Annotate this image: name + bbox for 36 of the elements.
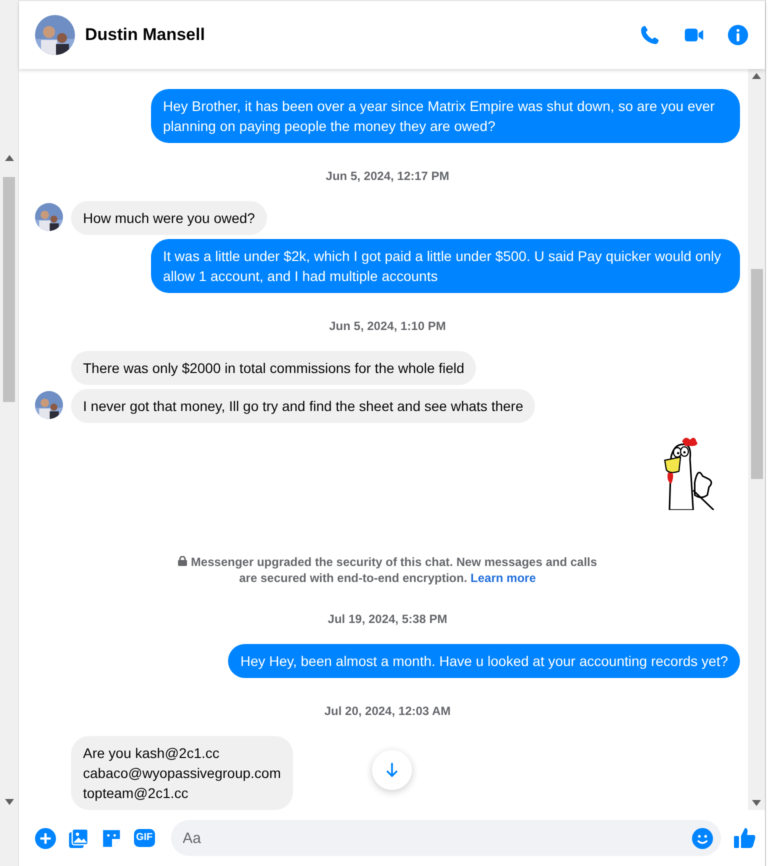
scrollbar-thumb[interactable]: [750, 269, 762, 479]
plus-icon[interactable]: [35, 828, 56, 848]
lock-icon: [178, 556, 187, 566]
scroll-down-button[interactable]: [372, 750, 412, 790]
scrollbar-thumb[interactable]: [3, 177, 15, 402]
received-message: I never got that money, Ill go try and find the sheet and see whats there: [71, 389, 536, 423]
info-icon[interactable]: [727, 24, 749, 46]
scroll-down-icon[interactable]: [4, 799, 14, 805]
photo-icon[interactable]: [68, 828, 89, 848]
sent-message: Hey Hey, been almost a month. Have u looked at your accounting records yet?: [228, 644, 740, 678]
sticker-icon[interactable]: [101, 828, 122, 848]
contact-name: Dustin Mansell: [85, 25, 206, 45]
received-message: There was only $2000 in total commissions for the whole field: [71, 351, 476, 385]
arrow-down-icon: [384, 762, 400, 778]
timestamp: Jun 5, 2024, 1:10 PM: [329, 318, 446, 335]
avatar: [35, 15, 75, 55]
scroll-down-icon[interactable]: [752, 800, 761, 806]
sent-message: Hey Brother, it has been over a year since Matrix Empire was shut down, so are you ever planning on paying people the money they are owed?: [151, 89, 740, 143]
timestamp: Jun 5, 2024, 12:17 PM: [326, 168, 450, 185]
avatar: [35, 203, 63, 231]
received-message: How much were you owed?: [71, 201, 267, 235]
thumbs-up-icon[interactable]: [733, 826, 757, 850]
learn-more-link[interactable]: Learn more: [470, 571, 536, 585]
scroll-up-icon[interactable]: [752, 73, 761, 79]
sent-message: It was a little under $2k, which I got paid a little under $500. U said Pay quicker would only allow 1 account, and I had multiple accounts: [151, 239, 740, 293]
timestamp: Jul 20, 2024, 12:03 AM: [324, 703, 451, 720]
timestamp: Jul 19, 2024, 5:38 PM: [328, 611, 448, 628]
encryption-notice: Messenger upgraded the security of this chat. New messages and calls are secured with end-to-end encryption. Learn more: [168, 554, 608, 586]
emoji-icon[interactable]: [692, 828, 713, 848]
phone-icon[interactable]: [639, 24, 661, 46]
message-field[interactable]: Aa: [170, 820, 721, 856]
scrollbar[interactable]: [748, 69, 765, 810]
gif-button[interactable]: GIF: [134, 829, 155, 847]
avatar: [35, 391, 63, 419]
received-message: Are you kash@2c1.cc cabaco@wyopassivegroup.com topteam@2c1.cc: [71, 736, 293, 810]
scroll-up-icon[interactable]: [4, 155, 14, 161]
